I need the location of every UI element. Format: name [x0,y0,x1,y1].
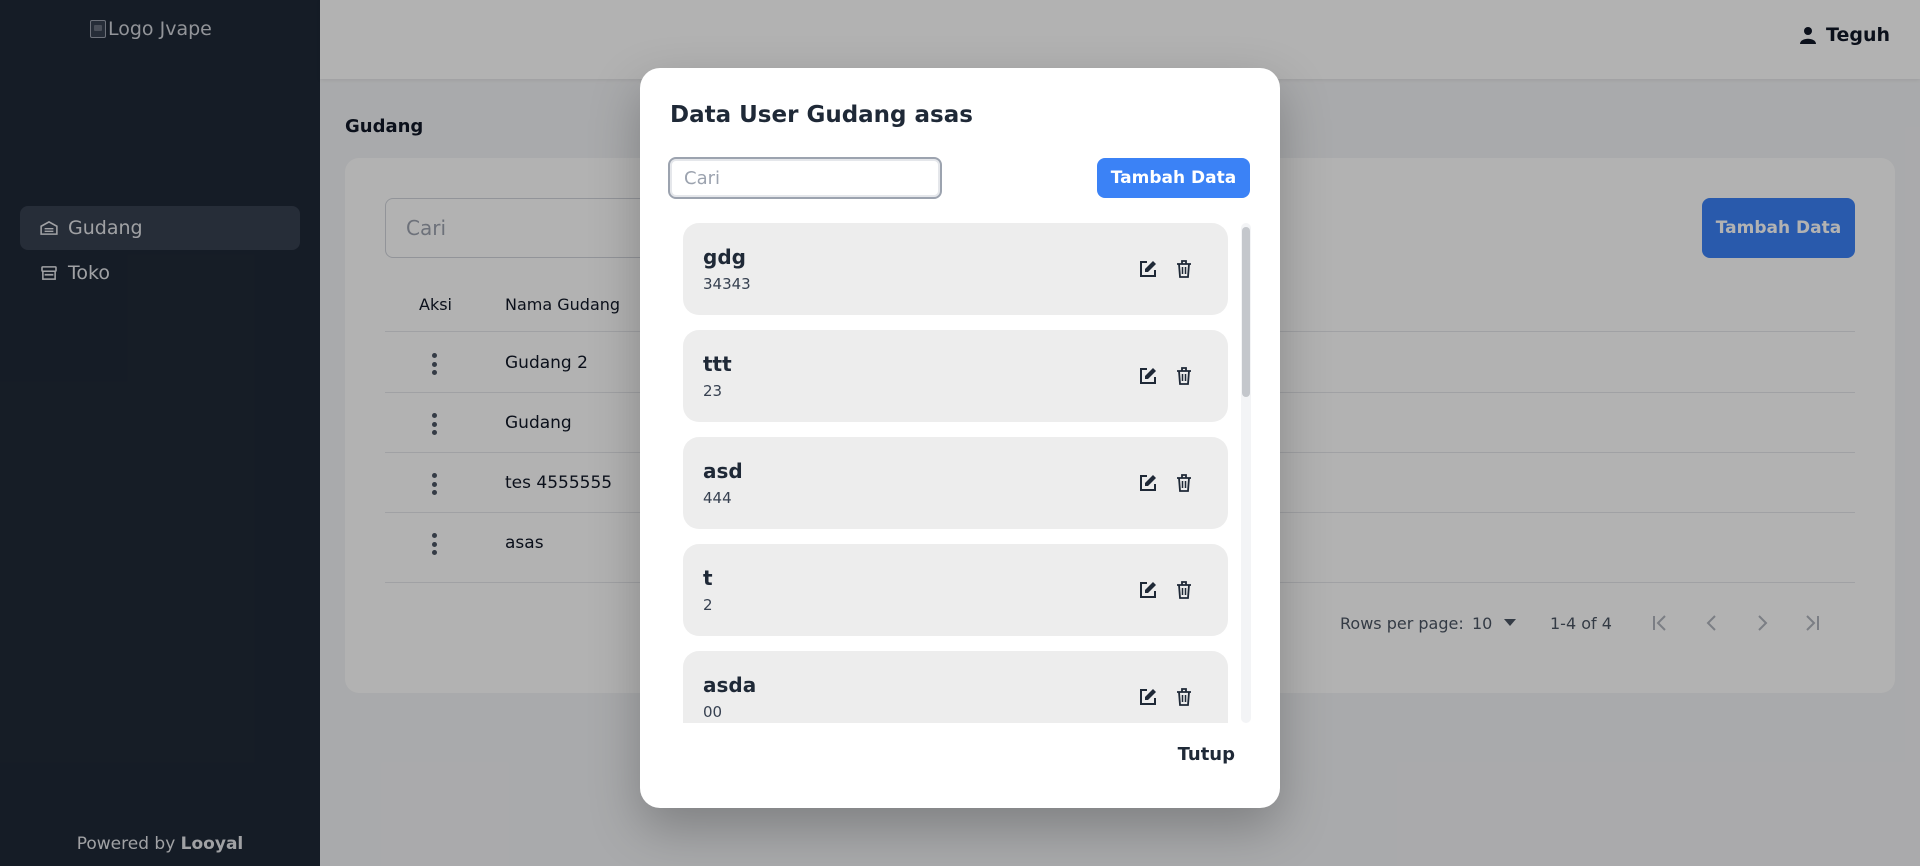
close-button[interactable]: Tutup [1178,744,1235,765]
modal-search-input[interactable]: Cari [668,157,942,199]
list-item: asda 00 [683,651,1228,723]
list-item: ttt 23 [683,330,1228,422]
edit-icon[interactable] [1138,259,1158,279]
edit-icon[interactable] [1138,366,1158,386]
list-scrollbar[interactable] [1241,223,1251,723]
scrollbar-thumb[interactable] [1242,227,1250,397]
item-code: 23 [703,382,723,400]
edit-icon[interactable] [1138,687,1158,707]
list-item: t 2 [683,544,1228,636]
user-list: gdg 34343 ttt 23 asd 444 t 2 asda 00 [680,223,1260,723]
modal-title: Data User Gudang asas [670,102,973,128]
edit-icon[interactable] [1138,580,1158,600]
edit-icon[interactable] [1138,473,1158,493]
user-gudang-modal: Data User Gudang asas Cari Tambah Data g… [640,68,1280,808]
item-code: 00 [703,703,723,721]
trash-icon[interactable] [1174,259,1194,279]
item-name: gdg [703,245,746,269]
item-name: ttt [703,352,732,376]
trash-icon[interactable] [1174,580,1194,600]
list-item: asd 444 [683,437,1228,529]
item-code: 34343 [703,275,751,293]
item-code: 444 [703,489,732,507]
trash-icon[interactable] [1174,473,1194,493]
item-name: t [703,566,713,590]
list-item: gdg 34343 [683,223,1228,315]
item-code: 2 [703,596,713,614]
trash-icon[interactable] [1174,687,1194,707]
trash-icon[interactable] [1174,366,1194,386]
item-name: asda [703,673,757,697]
item-name: asd [703,459,743,483]
modal-add-data-button[interactable]: Tambah Data [1097,158,1250,198]
